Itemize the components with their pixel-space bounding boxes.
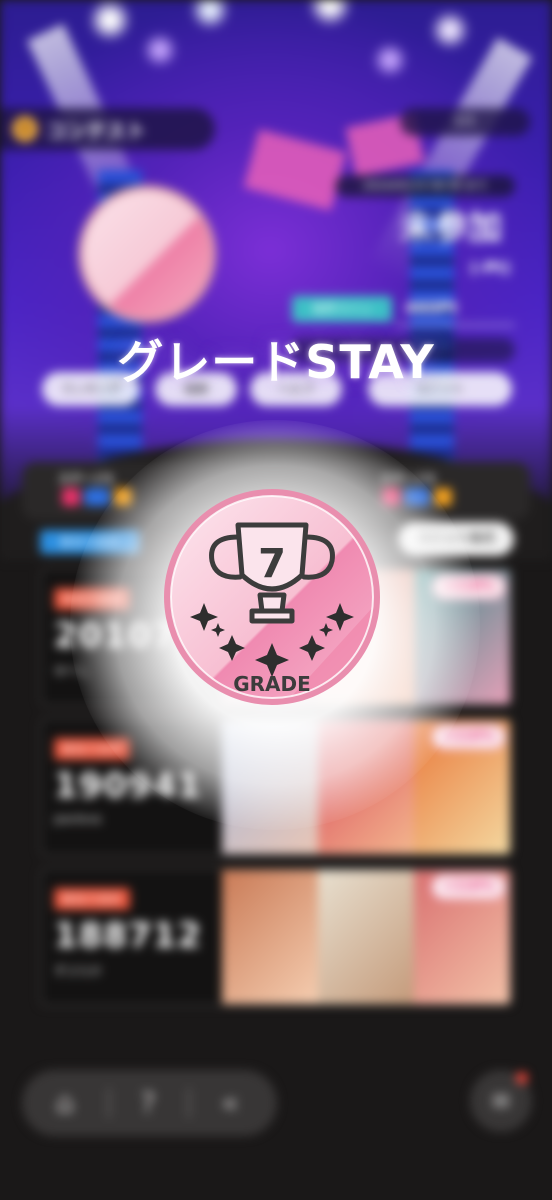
total-power-score: 188712 [54,916,202,956]
participation-status: 未参加 [400,208,502,248]
ranking-row[interactable]: 総合力合計 188712 ずぶらか +110% [40,868,512,1006]
nav-separator [188,1088,190,1118]
grade-result-title: グレードSTAY [117,335,435,389]
bonus-tag: +110% [430,874,506,900]
help-icon[interactable]: ? [128,1083,168,1123]
border-line-label: 境界ライン [292,296,392,322]
member-card [222,870,318,1004]
grade-badge: 7 GRADE [164,489,380,705]
total-power-chip: 総合力合計 [54,888,131,910]
member-card [318,870,414,1004]
attribute-swatch [84,488,110,506]
player-name: ずぶらか [54,964,103,978]
ranking-info: 総合力合計 188712 ずぶらか [54,888,224,979]
back-icon[interactable]: « [210,1083,250,1123]
contest-tab[interactable]: ♛ コンテスト [0,108,215,150]
nav-separator [108,1088,110,1118]
border-line-value: 460Pt [405,298,458,317]
grade-label: GRADE [233,672,311,696]
notification-dot [516,1072,528,1084]
points-label: (-Pt) [470,258,511,277]
home-icon[interactable]: ⌂ [45,1083,85,1123]
trophy-icon: ♛ [12,116,38,142]
page-counter: 1/1 [400,108,530,136]
stage-left-label: ステージ1 [58,472,115,486]
deadline-label: 2024/05/14 08:59 まで [335,175,515,197]
grade-number: 7 [258,541,286,587]
attribute-swatch [62,488,80,506]
grade-badge-small [78,185,216,323]
contest-label: コンテスト [46,118,146,143]
